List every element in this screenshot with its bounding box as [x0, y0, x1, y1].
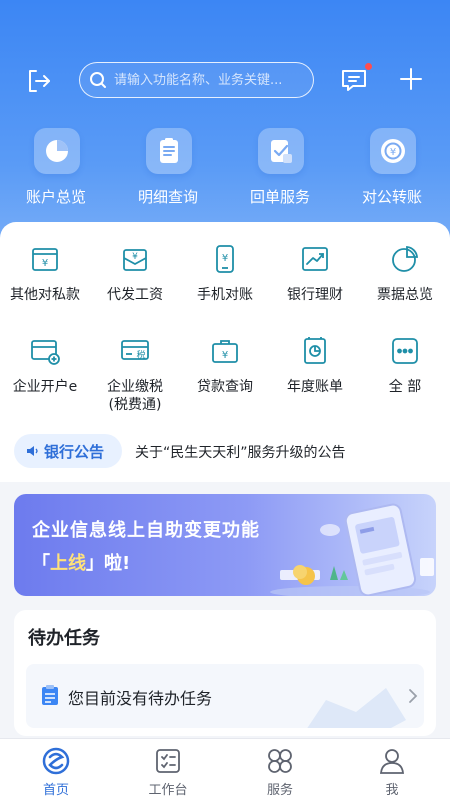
announcement-text[interactable]: 关于“民生天天利”服务升级的公告	[135, 442, 346, 462]
svg-text:¥: ¥	[222, 253, 228, 264]
quick-label: 回单服务	[249, 188, 310, 206]
bottom-tab-bar: 首页 工作台 服务 我	[0, 738, 450, 800]
grid-label-tax: 企业缴税 (税费通)	[107, 379, 163, 413]
more-dots-icon	[392, 338, 418, 364]
exit-icon[interactable]	[24, 66, 54, 96]
todo-empty-text: 您目前没有待办任务	[68, 689, 213, 708]
briefcase-yen-icon: ¥	[212, 340, 238, 363]
search-icon	[89, 71, 107, 89]
todo-empty-row[interactable]: 您目前没有待办任务	[26, 664, 424, 728]
pie-chart-icon	[392, 246, 418, 272]
trend-chart-icon	[302, 247, 328, 271]
tab-label: 首页	[42, 783, 69, 798]
grid-item-loan-query[interactable]: ¥ 贷款查询	[180, 336, 270, 416]
clipboard-icon	[42, 685, 58, 705]
grid-label: 其他对私款	[10, 287, 80, 303]
grid-label: 手机对账	[197, 287, 253, 303]
speaker-icon	[27, 446, 38, 456]
tab-label: 我	[385, 783, 399, 798]
grid-label: 年度账单	[287, 379, 343, 395]
phone-illustration	[270, 503, 434, 596]
top-bar	[0, 60, 450, 100]
tab-services[interactable]: 服务	[224, 739, 336, 800]
grid-label: 全 部	[388, 379, 422, 395]
grid-item-payroll[interactable]: ¥ 代发工资	[90, 244, 180, 324]
tab-workbench[interactable]: 工作台	[112, 739, 224, 800]
unread-badge	[365, 63, 372, 70]
svg-text:¥: ¥	[42, 258, 48, 269]
wallet-yen-icon: ¥	[32, 248, 58, 271]
grid-item-all[interactable]: 全 部	[360, 336, 450, 416]
message-icon[interactable]	[340, 66, 368, 94]
card-tax-icon: 税	[121, 340, 149, 361]
grid-label: 代发工资	[107, 287, 163, 303]
grid-label: 贷款查询	[197, 379, 253, 395]
todo-title: 待办任务	[28, 628, 100, 649]
chevron-right-icon	[409, 689, 418, 703]
quick-label: 账户总览	[25, 188, 86, 206]
quick-receipt-service[interactable]: 回单服务	[224, 128, 336, 208]
tab-label: 服务	[266, 783, 293, 798]
quick-detail-query[interactable]: 明细查询	[112, 128, 224, 208]
grid-label: 票据总览	[377, 287, 433, 303]
workbench-icon	[156, 749, 180, 773]
announcement-bar[interactable]: 银行公告 关于“民生天天利”服务升级的公告	[0, 428, 450, 480]
grid-item-other-private[interactable]: ¥ 其他对私款	[0, 244, 90, 324]
home-logo-icon	[42, 747, 70, 775]
quick-label: 明细查询	[137, 188, 198, 206]
search-input[interactable]	[114, 69, 306, 91]
announcement-badge-label: 银行公告	[44, 443, 105, 461]
banner-subtitle: 「上线」啦!	[32, 553, 131, 574]
promo-banner[interactable]: 企业信息线上自助变更功能 「上线」啦!	[14, 494, 436, 596]
grid-item-annual-bill[interactable]: 年度账单	[270, 336, 360, 416]
transfer-coin-icon: ¥	[370, 128, 416, 174]
bill-chart-icon	[304, 337, 326, 364]
quick-label: 对公转账	[361, 188, 422, 206]
grid-label: 企业开户e	[12, 379, 78, 395]
plus-icon[interactable]	[397, 65, 425, 93]
user-icon	[380, 749, 404, 774]
todo-card: 待办任务 您目前没有待办任务	[14, 610, 436, 736]
tab-home[interactable]: 首页	[0, 739, 112, 800]
svg-text:¥: ¥	[390, 147, 396, 158]
quick-actions: 账户总览 明细查询 回单服务 ¥ 对公转账	[0, 128, 450, 208]
grid-item-bills-overview[interactable]: 票据总览	[360, 244, 450, 324]
svg-text:¥: ¥	[132, 252, 138, 262]
banner-title: 企业信息线上自助变更功能	[32, 520, 260, 541]
decorative-watermark-icon	[307, 688, 406, 728]
quick-corporate-transfer[interactable]: ¥ 对公转账	[336, 128, 448, 208]
document-list-icon	[146, 128, 192, 174]
quick-account-overview[interactable]: 账户总览	[0, 128, 112, 208]
grid-item-mobile-reconcile[interactable]: ¥ 手机对账	[180, 244, 270, 324]
tab-me[interactable]: 我	[336, 739, 448, 800]
grid-item-tax-payment[interactable]: 税 企业缴税 (税费通)	[90, 336, 180, 416]
search-bar[interactable]	[79, 62, 314, 98]
card-plus-icon	[31, 340, 60, 365]
svg-text:税: 税	[136, 349, 145, 361]
receipt-check-icon	[258, 128, 304, 174]
grid-item-wealth[interactable]: 银行理财	[270, 244, 360, 324]
pie-chart-icon	[34, 128, 80, 174]
svg-text:¥: ¥	[222, 350, 228, 361]
tab-label: 工作台	[148, 783, 188, 798]
salary-envelope-icon: ¥	[123, 249, 147, 271]
announcement-badge: 银行公告	[14, 434, 122, 468]
grid-label: 银行理财	[287, 287, 343, 303]
phone-yen-icon: ¥	[216, 245, 234, 273]
grid-item-open-account[interactable]: 企业开户e	[0, 336, 90, 416]
service-grid-icon	[268, 749, 292, 773]
